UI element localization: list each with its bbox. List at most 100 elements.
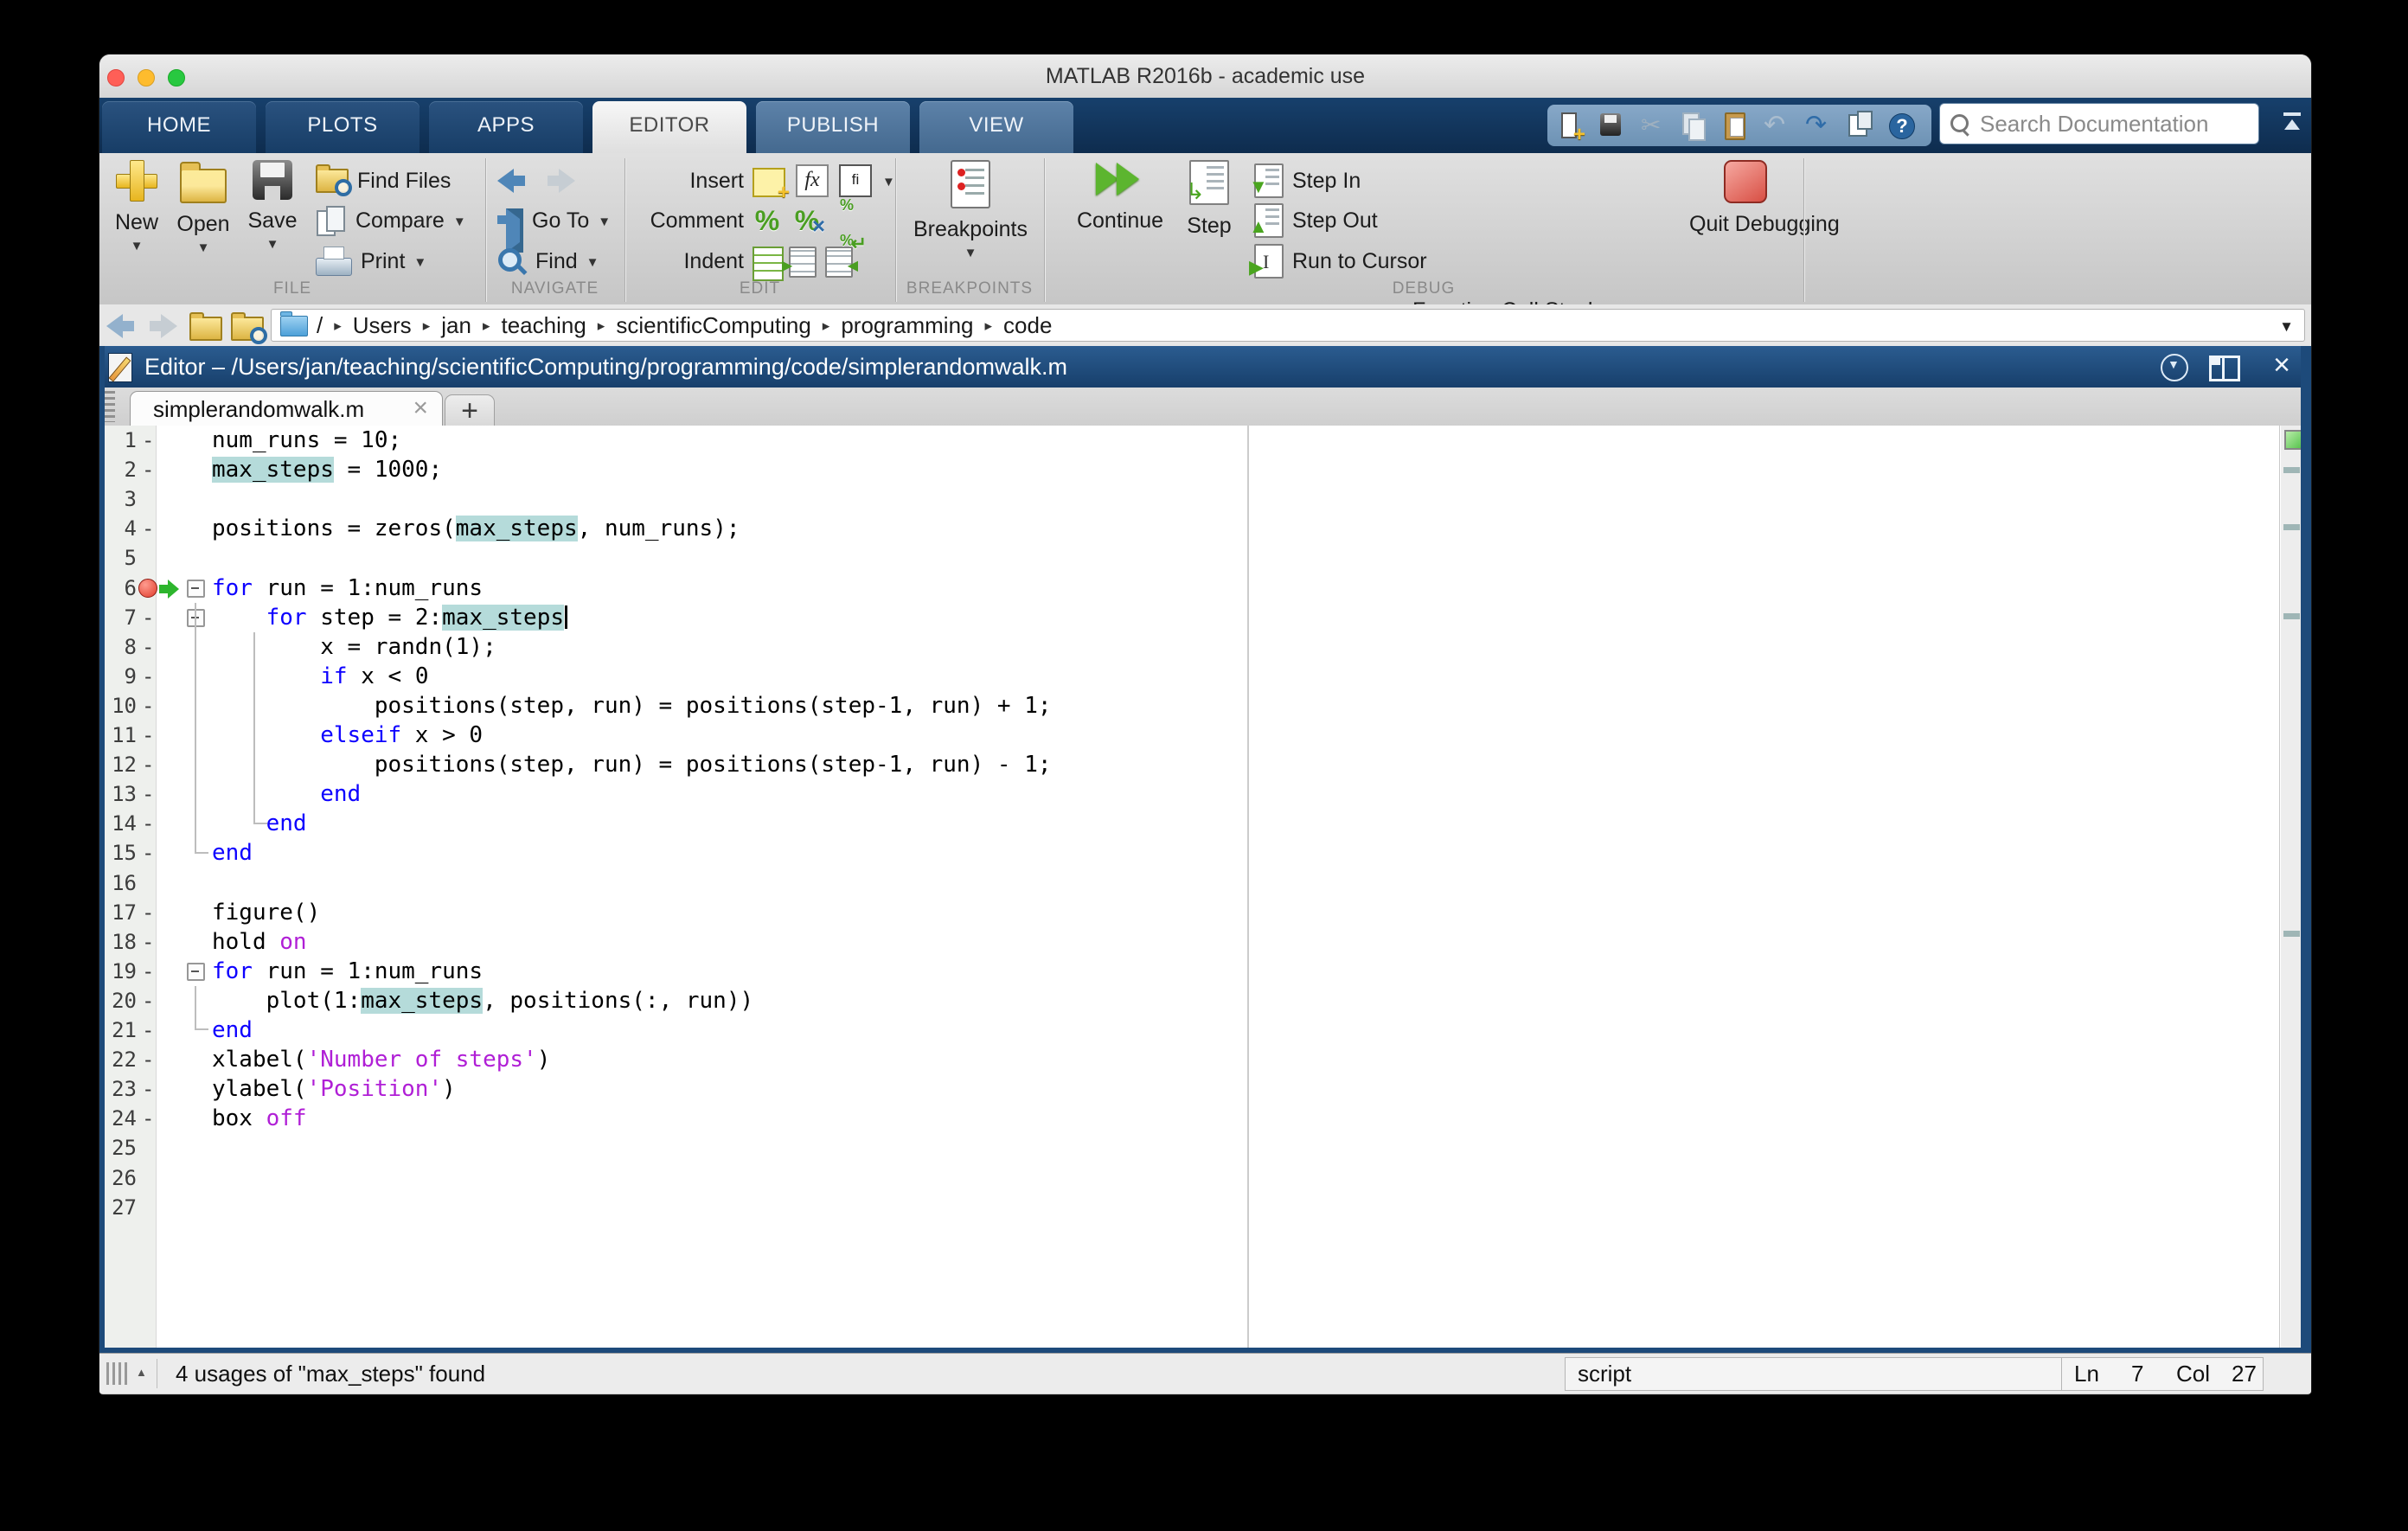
line-number[interactable]: 27 [105, 1193, 137, 1222]
code-line[interactable]: 15-end [105, 838, 2301, 868]
code-text[interactable]: plot(1:max_steps, positions(:, run)) [212, 986, 753, 1015]
paste-icon[interactable] [1722, 111, 1748, 140]
chevron-down-icon[interactable]: ▼ [882, 175, 895, 189]
code-line[interactable]: 13- end [105, 779, 2301, 809]
tab-editor[interactable]: EDITOR [592, 101, 746, 155]
step-in-button[interactable]: ▼ Step In [1254, 163, 1361, 198]
code-editor[interactable]: 1-num_runs = 10;2-max_steps = 1000;34-po… [105, 426, 2301, 1348]
copy-icon[interactable] [1681, 111, 1707, 140]
chevron-down-icon[interactable]: ▼ [2279, 318, 2294, 336]
save-button[interactable]: Save▼ [241, 160, 304, 252]
tab-home[interactable]: HOME [102, 101, 256, 153]
quit-debugging-button[interactable]: Quit Debugging [1689, 160, 1802, 238]
title-bar[interactable]: MATLAB R2016b - academic use [99, 54, 2311, 99]
line-number[interactable]: 10 [105, 691, 137, 721]
folder-up-icon[interactable] [189, 317, 222, 341]
code-text[interactable]: xlabel('Number of steps') [212, 1045, 550, 1074]
line-number[interactable]: 15 [105, 838, 137, 868]
go-to-button[interactable]: Go To ▼ [497, 203, 611, 238]
code-line[interactable]: 7- for step = 2:max_steps [105, 603, 2301, 632]
line-number[interactable]: 1 [105, 426, 137, 455]
code-text[interactable]: ylabel('Position') [212, 1074, 456, 1104]
code-line[interactable]: 3 [105, 484, 2301, 514]
line-number[interactable]: 16 [105, 868, 137, 898]
code-line[interactable]: 8- x = randn(1); [105, 632, 2301, 662]
line-number[interactable]: 24 [105, 1104, 137, 1133]
code-line[interactable]: 25 [105, 1133, 2301, 1163]
code-text[interactable]: end [212, 779, 361, 809]
find-files-button[interactable]: Find Files [316, 163, 451, 198]
code-line[interactable]: 4-positions = zeros(max_steps, num_runs)… [105, 514, 2301, 543]
comment-icon[interactable]: % [752, 205, 782, 236]
line-number[interactable]: 12 [105, 750, 137, 779]
tab-strip-grip[interactable] [103, 391, 115, 422]
code-line[interactable]: 21-end [105, 1015, 2301, 1045]
line-number[interactable]: 9 [105, 662, 137, 691]
insert-section-icon[interactable] [752, 168, 785, 197]
breadcrumb-segment[interactable]: teaching [501, 312, 586, 339]
current-folder-path[interactable]: /▸Users▸jan▸teaching▸scientificComputing… [271, 309, 2305, 342]
code-text[interactable]: for run = 1:num_runs [212, 573, 483, 603]
message-indicator-bar[interactable] [2281, 426, 2301, 1348]
panel-actions-icon[interactable] [2161, 354, 2188, 381]
line-number[interactable]: 17 [105, 898, 137, 927]
code-line[interactable]: 19-for run = 1:num_runs [105, 957, 2301, 986]
code-text[interactable]: positions(step, run) = positions(step-1,… [212, 691, 1052, 721]
browse-folder-icon[interactable] [231, 317, 264, 341]
line-number[interactable]: 13 [105, 779, 137, 809]
line-number[interactable]: 25 [105, 1133, 137, 1163]
code-line[interactable]: 11- elseif x > 0 [105, 721, 2301, 750]
tab-plots[interactable]: PLOTS [266, 101, 419, 153]
line-number[interactable]: 4 [105, 514, 137, 543]
breadcrumb-segment[interactable]: scientificComputing [616, 312, 810, 339]
line-number[interactable]: 19 [105, 957, 137, 986]
code-text[interactable]: if x < 0 [212, 662, 428, 691]
open-button[interactable]: Open▼ [172, 160, 234, 255]
code-line[interactable]: 17-figure() [105, 898, 2301, 927]
code-line[interactable]: 5 [105, 543, 2301, 573]
step-out-button[interactable]: ▲ Step Out [1254, 203, 1378, 238]
usage-mark[interactable] [2283, 613, 2300, 619]
line-number[interactable]: 7 [105, 603, 137, 632]
breadcrumb-segment[interactable]: jan [441, 312, 471, 339]
code-text[interactable]: end [212, 1015, 253, 1045]
search-documentation-box[interactable] [1939, 103, 2259, 144]
code-fold-toggle[interactable] [187, 963, 205, 981]
redo-icon[interactable] [1805, 111, 1831, 140]
code-text[interactable]: figure() [212, 898, 320, 927]
line-number[interactable]: 11 [105, 721, 137, 750]
line-number[interactable]: 5 [105, 543, 137, 573]
close-tab-icon[interactable]: × [413, 394, 428, 423]
code-text[interactable]: box off [212, 1104, 307, 1133]
uncomment-icon[interactable]: % [792, 205, 822, 236]
code-text[interactable]: elseif x > 0 [212, 721, 483, 750]
usage-mark[interactable] [2283, 931, 2300, 937]
tab-apps[interactable]: APPS [429, 101, 583, 153]
code-fold-toggle[interactable] [187, 580, 205, 598]
code-line[interactable]: 10- positions(step, run) = positions(ste… [105, 691, 2301, 721]
new-button[interactable]: New▼ [106, 160, 167, 253]
code-line[interactable]: 27 [105, 1193, 2301, 1222]
smart-indent-icon[interactable] [752, 247, 778, 276]
code-text[interactable]: for step = 2:max_steps [212, 603, 567, 632]
line-number[interactable]: 26 [105, 1163, 137, 1193]
cut-icon[interactable] [1639, 111, 1665, 140]
breakpoint-icon[interactable] [138, 579, 157, 598]
minimize-ribbon-icon[interactable] [2281, 112, 2303, 134]
line-number[interactable]: 2 [105, 455, 137, 484]
code-text[interactable]: num_runs = 10; [212, 426, 401, 455]
line-number[interactable]: 14 [105, 809, 137, 838]
line-number[interactable]: 18 [105, 927, 137, 957]
tab-view[interactable]: VIEW [919, 101, 1073, 153]
save-icon[interactable] [1598, 111, 1623, 140]
breadcrumb-segment[interactable]: Users [353, 312, 412, 339]
tab-publish[interactable]: PUBLISH [756, 101, 910, 153]
code-text[interactable]: positions = zeros(max_steps, num_runs); [212, 514, 740, 543]
breakpoints-button[interactable]: Breakpoints▼ [911, 160, 1030, 260]
code-text[interactable]: positions(step, run) = positions(step-1,… [212, 750, 1052, 779]
document-tab[interactable]: simplerandomwalk.m × [130, 391, 443, 427]
code-text[interactable]: max_steps = 1000; [212, 455, 442, 484]
status-grip[interactable] [106, 1362, 129, 1385]
window-icon[interactable] [1847, 111, 1873, 140]
dock-panel-icon[interactable] [2209, 356, 2240, 381]
